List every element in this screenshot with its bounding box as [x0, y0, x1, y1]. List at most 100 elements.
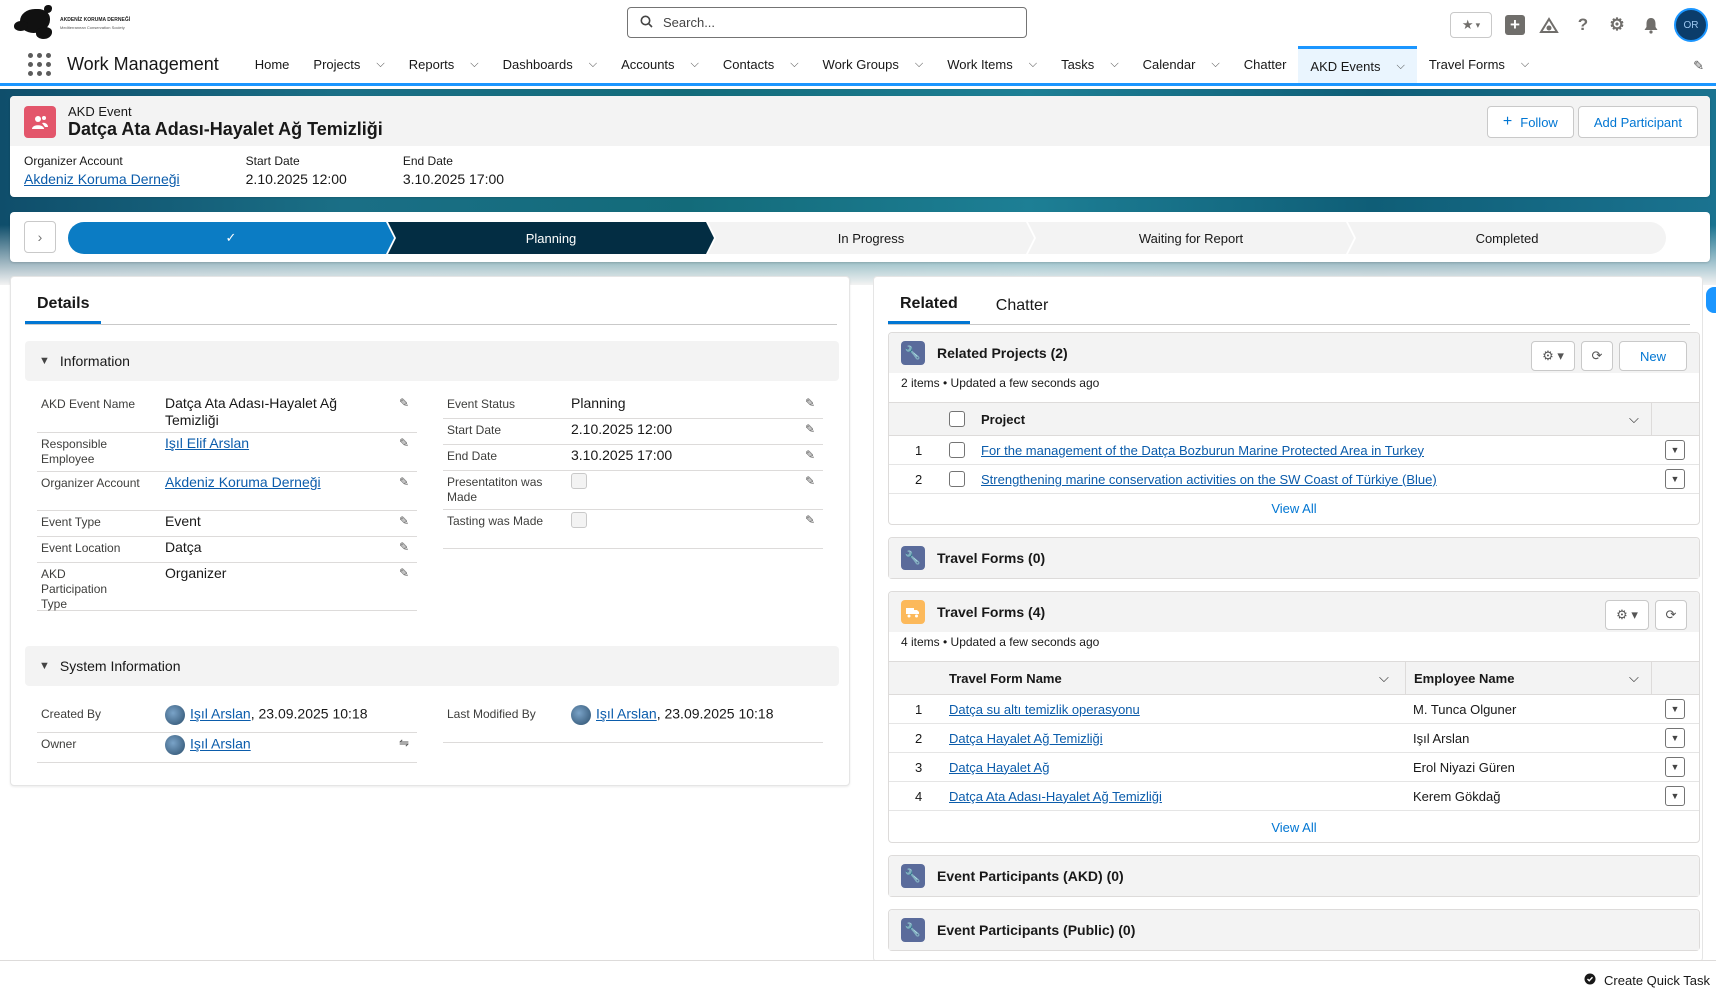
list-settings-gear-button[interactable]: ⚙ ▾ [1530, 341, 1575, 371]
view-all-link[interactable]: View All [889, 501, 1699, 516]
panel-collapse-handle[interactable] [1706, 287, 1716, 313]
column-header-employee-name[interactable]: Employee Name [1405, 662, 1514, 694]
organizer-account-link[interactable]: Akdeniz Koruma Derneği [24, 171, 180, 187]
related-list-title[interactable]: Related Projects (2) [937, 345, 1068, 361]
chevron-down-icon[interactable]: ⌵ [1029, 58, 1037, 71]
chevron-down-icon[interactable]: ⌵ [1110, 58, 1118, 71]
tab-chatter[interactable]: Chatter [984, 287, 1060, 324]
project-link[interactable]: Strengthening marine conservation activi… [981, 465, 1437, 493]
path-expand-chevron-right-icon[interactable]: › [24, 221, 56, 253]
path-stage-waiting-for-report[interactable]: Waiting for Report [1028, 222, 1354, 254]
edit-pencil-icon[interactable]: ✎ [805, 513, 815, 527]
tab-details[interactable]: Details [25, 287, 102, 324]
follow-button[interactable]: + Follow [1486, 106, 1574, 138]
nav-item-home[interactable]: Home [243, 46, 302, 83]
organizer-account-link[interactable]: Akdeniz Koruma Derneği [165, 474, 385, 491]
information-section-header[interactable]: ▼ Information [25, 341, 839, 381]
select-all-checkbox[interactable] [949, 411, 965, 427]
travel-form-link[interactable]: Datça Hayalet Ağ Temizliği [949, 724, 1103, 752]
app-launcher-icon[interactable] [28, 52, 52, 77]
nav-item-tasks[interactable]: Tasks ⌵ [1049, 46, 1131, 83]
create-quick-task-button[interactable]: Create Quick Task [1584, 973, 1710, 988]
row-checkbox[interactable] [949, 471, 965, 487]
nav-item-projects[interactable]: Projects ⌵ [301, 46, 396, 83]
related-list-title[interactable]: Travel Forms (4) [937, 604, 1045, 620]
edit-pencil-icon[interactable]: ✎ [399, 436, 409, 450]
chevron-down-icon[interactable]: ⌵ [1629, 403, 1639, 435]
nav-item-travel-forms[interactable]: Travel Forms ⌵ [1417, 46, 1541, 83]
chevron-down-icon[interactable]: ⌵ [1521, 58, 1529, 71]
row-actions-dropdown[interactable]: ▼ [1665, 469, 1685, 489]
chevron-down-icon[interactable]: ⌵ [1397, 60, 1405, 73]
created-by-user-link[interactable]: Işıl Arslan [190, 706, 251, 722]
nav-item-calendar[interactable]: Calendar ⌵ [1131, 46, 1232, 83]
view-all-link[interactable]: View All [889, 820, 1699, 835]
edit-nav-pencil-icon[interactable]: ✎ [1693, 58, 1704, 74]
nav-item-contacts[interactable]: Contacts ⌵ [711, 46, 811, 83]
system-information-section-header[interactable]: ▼ System Information [25, 646, 839, 686]
nav-item-akd-events[interactable]: AKD Events ⌵ [1298, 46, 1417, 83]
refresh-icon[interactable]: ⟳ [1580, 341, 1613, 371]
edit-pencil-icon[interactable]: ✎ [399, 540, 409, 554]
row-checkbox[interactable] [949, 442, 965, 458]
row-actions-dropdown[interactable]: ▼ [1665, 757, 1685, 777]
responsible-employee-link[interactable]: Işıl Elif Arslan [165, 435, 385, 452]
project-link[interactable]: For the management of the Datça Bozburun… [981, 436, 1424, 464]
path-stage-planning[interactable]: Planning [388, 222, 714, 254]
setup-gear-icon[interactable]: ⚙ [1606, 14, 1628, 36]
travel-form-link[interactable]: Datça Hayalet Ağ [949, 753, 1049, 781]
edit-pencil-icon[interactable]: ✎ [805, 396, 815, 410]
refresh-icon[interactable]: ⟳ [1655, 600, 1687, 630]
nav-item-chatter[interactable]: Chatter [1232, 46, 1299, 83]
chevron-down-icon[interactable]: ⌵ [1379, 662, 1389, 694]
help-icon[interactable]: ? [1572, 14, 1594, 36]
related-list-title[interactable]: Event Participants (AKD) (0) [937, 868, 1124, 884]
modified-by-user-link[interactable]: Işıl Arslan [596, 706, 657, 722]
row-actions-dropdown[interactable]: ▼ [1665, 786, 1685, 806]
chevron-down-icon[interactable]: ⌵ [589, 58, 597, 71]
owner-user-link[interactable]: Işıl Arslan [190, 736, 251, 752]
chevron-down-icon[interactable]: ⌵ [915, 58, 923, 71]
path-stage-completed-final[interactable]: Completed [1348, 222, 1666, 254]
org-logo[interactable]: AKDENİZ KORUMA DERNEĞİ Mediterranean Con… [14, 4, 134, 44]
chevron-down-icon[interactable]: ⌵ [1211, 58, 1219, 71]
edit-pencil-icon[interactable]: ✎ [805, 422, 815, 436]
tab-related[interactable]: Related [888, 287, 970, 324]
travel-form-link[interactable]: Datça su altı temizlik operasyonu [949, 695, 1140, 723]
list-settings-gear-button[interactable]: ⚙ ▾ [1605, 600, 1649, 630]
edit-pencil-icon[interactable]: ✎ [399, 396, 409, 410]
column-header-travel-form-name[interactable]: Travel Form Name [949, 662, 1062, 694]
add-icon[interactable]: + [1504, 14, 1526, 36]
travel-form-link[interactable]: Datça Ata Adası-Hayalet Ağ Temizliği [949, 782, 1162, 810]
chevron-down-icon[interactable]: ⌵ [1629, 662, 1639, 694]
new-button[interactable]: New [1618, 341, 1687, 371]
edit-pencil-icon[interactable]: ✎ [805, 474, 815, 488]
edit-pencil-icon[interactable]: ✎ [805, 448, 815, 462]
row-actions-dropdown[interactable]: ▼ [1665, 699, 1685, 719]
row-actions-dropdown[interactable]: ▼ [1665, 728, 1685, 748]
edit-pencil-icon[interactable]: ✎ [399, 566, 409, 580]
user-avatar-icon[interactable]: OR [1674, 8, 1708, 42]
nav-item-accounts[interactable]: Accounts ⌵ [609, 46, 711, 83]
chevron-down-icon[interactable]: ⌵ [470, 58, 478, 71]
notifications-bell-icon[interactable] [1640, 14, 1662, 36]
related-list-title[interactable]: Event Participants (Public) (0) [937, 922, 1135, 938]
nav-item-work-groups[interactable]: Work Groups ⌵ [811, 46, 936, 83]
change-owner-icon[interactable]: ⇋ [399, 736, 409, 750]
chevron-down-icon[interactable]: ⌵ [691, 58, 699, 71]
global-search-input[interactable]: Search... [627, 7, 1027, 38]
column-header-project[interactable]: Project [981, 403, 1025, 435]
favorites-button[interactable]: ★ ▾ [1450, 12, 1492, 38]
row-actions-dropdown[interactable]: ▼ [1665, 440, 1685, 460]
nav-item-dashboards[interactable]: Dashboards ⌵ [491, 46, 609, 83]
trailhead-icon[interactable] [1538, 14, 1560, 36]
nav-item-work-items[interactable]: Work Items ⌵ [935, 46, 1049, 83]
nav-item-reports[interactable]: Reports ⌵ [397, 46, 491, 83]
edit-pencil-icon[interactable]: ✎ [399, 514, 409, 528]
related-list-title[interactable]: Travel Forms (0) [937, 550, 1045, 566]
add-participant-button[interactable]: Add Participant [1577, 106, 1698, 138]
chevron-down-icon[interactable]: ⌵ [376, 58, 384, 71]
path-stage-in-progress[interactable]: In Progress [708, 222, 1034, 254]
path-stage-completed[interactable]: ✓ [68, 222, 394, 254]
chevron-down-icon[interactable]: ⌵ [790, 58, 798, 71]
